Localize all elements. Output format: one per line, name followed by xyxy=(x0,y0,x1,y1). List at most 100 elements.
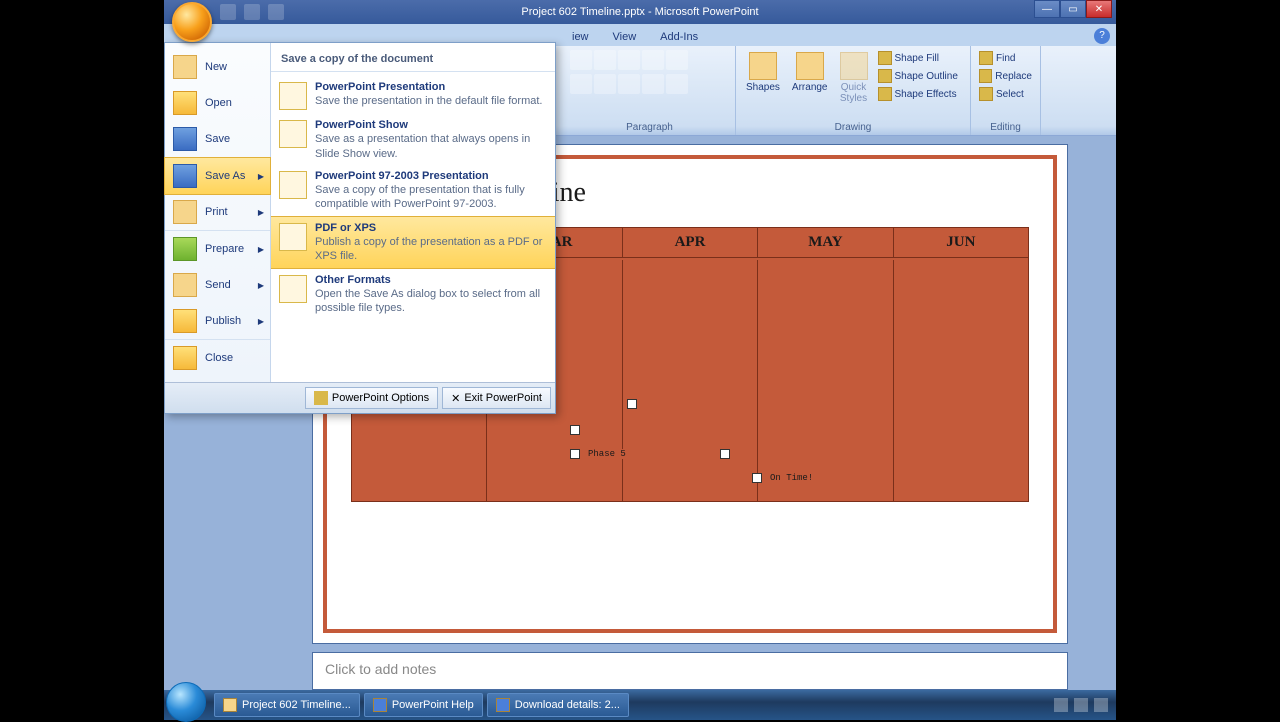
replace-icon xyxy=(979,69,992,83)
menu-publish[interactable]: Publish▶ xyxy=(165,303,270,340)
help-app-icon xyxy=(373,698,387,712)
tab-review[interactable]: iew xyxy=(560,28,601,46)
taskbar: Project 602 Timeline... PowerPoint Help … xyxy=(164,690,1116,720)
phase-5-row[interactable]: Phase 5 xyxy=(570,442,730,466)
ribbon-group-editing: Find Replace Select Editing xyxy=(971,46,1041,135)
ribbon-group-drawing: Shapes Arrange Quick Styles Shape Fill S… xyxy=(736,46,971,135)
ie-icon xyxy=(496,698,510,712)
powerpoint-icon xyxy=(223,698,237,712)
start-button[interactable] xyxy=(166,682,206,722)
taskbar-app-help[interactable]: PowerPoint Help xyxy=(364,693,483,717)
drawing-group-label: Drawing xyxy=(742,122,964,133)
align-left-icon[interactable] xyxy=(570,74,592,94)
menu-save-as[interactable]: Save As▶ xyxy=(164,157,271,195)
office-menu: New Open Save Save As▶ Print▶ Prepare▶ S… xyxy=(164,42,556,414)
menu-save[interactable]: Save xyxy=(165,121,270,158)
prepare-icon xyxy=(173,237,197,261)
save-as-pdf-xps[interactable]: PDF or XPSPublish a copy of the presenta… xyxy=(271,216,555,269)
menu-close[interactable]: Close xyxy=(165,340,270,376)
pptx-icon xyxy=(279,82,307,110)
qat-save-icon[interactable] xyxy=(220,4,236,20)
save-as-other-formats[interactable]: Other FormatsOpen the Save As dialog box… xyxy=(271,269,555,320)
office-menu-footer: PowerPoint Options ✕Exit PowerPoint xyxy=(165,382,555,413)
on-time-handle[interactable] xyxy=(752,473,762,483)
tray-icon-1[interactable] xyxy=(1054,698,1068,712)
shape-effects-button[interactable]: Shape Effects xyxy=(876,86,960,102)
qat-undo-icon[interactable] xyxy=(244,4,260,20)
menu-open[interactable]: Open xyxy=(165,85,270,121)
phase-5-end-handle[interactable] xyxy=(720,449,730,459)
align-right-icon[interactable] xyxy=(618,74,640,94)
exit-icon: ✕ xyxy=(451,392,460,405)
phase-5-label: Phase 5 xyxy=(584,449,630,459)
arrange-icon xyxy=(796,52,824,80)
month-jun: JUN xyxy=(894,228,1028,257)
line-spacing-icon[interactable] xyxy=(666,50,688,70)
open-icon xyxy=(173,91,197,115)
new-icon xyxy=(173,55,197,79)
replace-button[interactable]: Replace xyxy=(977,68,1034,84)
tray-icon-2[interactable] xyxy=(1074,698,1088,712)
month-may: MAY xyxy=(758,228,893,257)
phase-5-start-handle[interactable] xyxy=(570,449,580,459)
align-center-icon[interactable] xyxy=(594,74,616,94)
options-icon xyxy=(314,391,328,405)
qat-redo-icon[interactable] xyxy=(268,4,284,20)
save-as-pptx[interactable]: PowerPoint PresentationSave the presenta… xyxy=(271,76,555,114)
shape-fill-button[interactable]: Shape Fill xyxy=(876,50,960,66)
save-as-show[interactable]: PowerPoint ShowSave as a presentation th… xyxy=(271,114,555,165)
window-title: Project 602 Timeline.pptx - Microsoft Po… xyxy=(521,6,758,18)
phase-4b-handle[interactable] xyxy=(570,425,580,435)
increase-indent-icon[interactable] xyxy=(642,50,664,70)
shape-effects-icon xyxy=(878,87,892,101)
phase-4-end-handle[interactable] xyxy=(627,399,637,409)
select-icon xyxy=(979,87,993,101)
minimize-button[interactable]: — xyxy=(1034,0,1060,18)
on-time-row[interactable]: On Time! xyxy=(752,466,832,490)
columns-icon[interactable] xyxy=(666,74,688,94)
powerpoint-options-button[interactable]: PowerPoint Options xyxy=(305,387,438,409)
chevron-right-icon: ▶ xyxy=(258,317,264,326)
chevron-right-icon: ▶ xyxy=(258,208,264,217)
select-button[interactable]: Select xyxy=(977,86,1034,102)
shapes-button[interactable]: Shapes xyxy=(742,50,784,110)
shape-outline-button[interactable]: Shape Outline xyxy=(876,68,960,84)
notes-pane[interactable]: Click to add notes xyxy=(312,652,1068,690)
menu-new[interactable]: New xyxy=(165,49,270,85)
phase-4b-row[interactable] xyxy=(570,418,580,442)
find-button[interactable]: Find xyxy=(977,50,1034,66)
bullets-icon[interactable] xyxy=(570,50,592,70)
tab-addins[interactable]: Add-Ins xyxy=(648,28,710,46)
editing-group-label: Editing xyxy=(977,122,1034,133)
quick-styles-button[interactable]: Quick Styles xyxy=(836,50,872,110)
close-button[interactable]: ✕ xyxy=(1086,0,1112,18)
numbering-icon[interactable] xyxy=(594,50,616,70)
restore-button[interactable]: ▭ xyxy=(1060,0,1086,18)
tab-view[interactable]: View xyxy=(601,28,649,46)
menu-print[interactable]: Print▶ xyxy=(165,194,270,231)
titlebar: Project 602 Timeline.pptx - Microsoft Po… xyxy=(164,0,1116,24)
other-formats-icon xyxy=(279,275,307,303)
menu-prepare[interactable]: Prepare▶ xyxy=(165,231,270,267)
decrease-indent-icon[interactable] xyxy=(618,50,640,70)
arrange-button[interactable]: Arrange xyxy=(788,50,832,110)
office-button[interactable] xyxy=(172,2,212,42)
quick-styles-icon xyxy=(840,52,868,80)
save-as-header: Save a copy of the document xyxy=(271,49,555,72)
exit-powerpoint-button[interactable]: ✕Exit PowerPoint xyxy=(442,387,551,409)
justify-icon[interactable] xyxy=(642,74,664,94)
menu-send[interactable]: Send▶ xyxy=(165,267,270,303)
save-as-97-2003[interactable]: PowerPoint 97-2003 PresentationSave a co… xyxy=(271,165,555,216)
system-tray xyxy=(1054,698,1116,712)
print-icon xyxy=(173,200,197,224)
volume-icon[interactable] xyxy=(1094,698,1108,712)
window-controls: — ▭ ✕ xyxy=(1034,0,1112,18)
paragraph-group-label: Paragraph xyxy=(570,122,729,133)
month-apr: APR xyxy=(623,228,758,257)
taskbar-app-ie[interactable]: Download details: 2... xyxy=(487,693,629,717)
chevron-right-icon: ▶ xyxy=(258,281,264,290)
help-icon[interactable]: ? xyxy=(1094,28,1110,44)
taskbar-app-powerpoint[interactable]: Project 602 Timeline... xyxy=(214,693,360,717)
pdf-xps-icon xyxy=(279,223,307,251)
ppsx-icon xyxy=(279,120,307,148)
